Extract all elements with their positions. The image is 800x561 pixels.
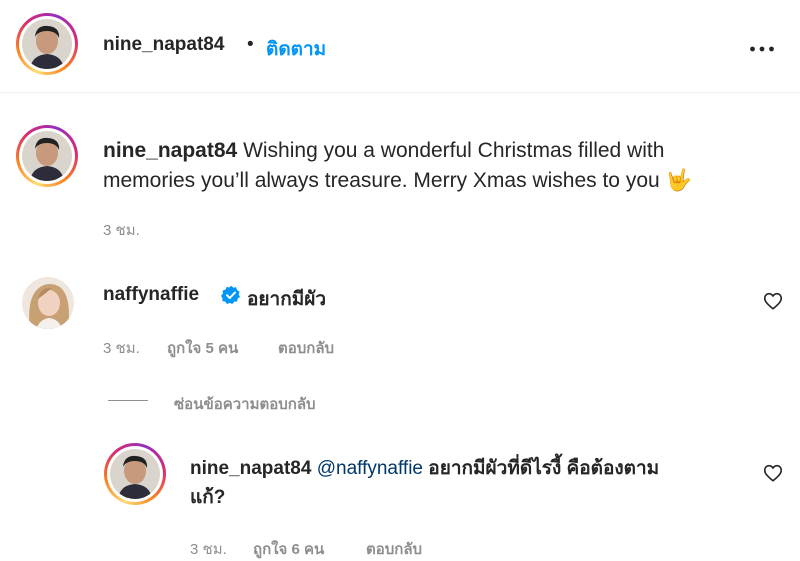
reply-time[interactable]: 3 ชม. xyxy=(190,537,227,561)
follow-button[interactable]: ติดตาม xyxy=(266,34,326,64)
header-divider xyxy=(0,92,800,93)
verified-badge-icon xyxy=(221,285,241,305)
caption-username[interactable]: nine_napat84 xyxy=(103,139,237,162)
caption-avatar[interactable] xyxy=(16,125,78,187)
more-options-icon[interactable] xyxy=(749,40,775,52)
comment-username[interactable]: naffynaffie xyxy=(103,284,199,306)
reply-text-block: nine_napat84 @naffynaffie อยากมีผัวที่ดี… xyxy=(190,454,750,512)
header-separator: • xyxy=(247,34,254,55)
header-avatar[interactable] xyxy=(16,13,78,75)
comment-reply-button[interactable]: ตอบกลับ xyxy=(278,336,334,360)
hand-emoji-icon: 🤟 xyxy=(665,169,692,192)
caption-time[interactable]: 3 ชม. xyxy=(103,218,140,242)
reply-reply-button[interactable]: ตอบกลับ xyxy=(366,537,422,561)
hide-replies-button[interactable]: ซ่อนข้อความตอบกลับ xyxy=(174,392,316,416)
reply-avatar[interactable] xyxy=(104,443,166,505)
comment-time[interactable]: 3 ชม. xyxy=(103,336,140,360)
comment-text: อยากมีผัว xyxy=(247,289,327,310)
reply-like-heart-icon[interactable] xyxy=(762,462,784,484)
reply-text-line2: แก้? xyxy=(190,487,226,508)
caption-text-line1: Wishing you a wonderful Christmas filled… xyxy=(243,139,665,162)
comment-avatar[interactable] xyxy=(22,277,74,329)
header-username[interactable]: nine_napat84 xyxy=(103,34,224,56)
caption-text-block: nine_napat84 Wishing you a wonderful Chr… xyxy=(103,136,783,196)
reply-mention[interactable]: @naffynaffie xyxy=(317,458,423,479)
caption-text-line2: memories you’ll always treasure. Merry X… xyxy=(103,169,660,192)
hide-replies-line xyxy=(108,400,148,401)
comment-like-heart-icon[interactable] xyxy=(762,290,784,312)
reply-likes[interactable]: ถูกใจ 6 คน xyxy=(253,537,324,561)
reply-username[interactable]: nine_napat84 xyxy=(190,458,311,479)
comment-likes[interactable]: ถูกใจ 5 คน xyxy=(167,336,238,360)
reply-text-line1: อยากมีผัวที่ดีไรงี้ คือต้องตาม xyxy=(428,458,660,479)
